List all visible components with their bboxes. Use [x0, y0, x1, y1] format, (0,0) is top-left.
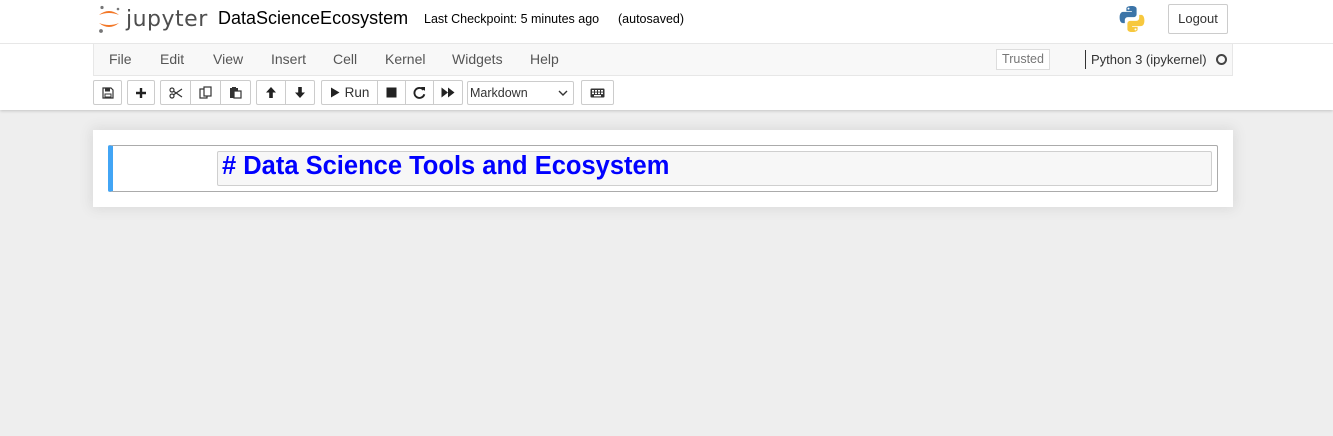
move-down-button[interactable]	[285, 80, 315, 105]
cut-icon	[168, 86, 182, 99]
paste-icon	[230, 87, 242, 99]
kernel-separator	[1085, 50, 1086, 69]
command-palette-button[interactable]	[581, 80, 614, 105]
keyboard-icon	[590, 88, 605, 97]
insert-cell-button[interactable]	[127, 80, 155, 105]
restart-run-all-button[interactable]	[433, 80, 463, 105]
restart-icon	[413, 87, 426, 99]
python-logo-icon	[1119, 6, 1145, 32]
cell-type-value: Markdown	[470, 86, 528, 100]
menu-cell[interactable]: Cell	[333, 51, 357, 67]
autosave-status: (autosaved)	[618, 12, 685, 26]
header: jupyter DataScienceEcosystem Last Checkp…	[0, 0, 1333, 110]
plus-icon	[136, 87, 146, 98]
fast-forward-icon	[441, 87, 455, 98]
menu-bar: File Edit View Insert Cell Kernel Widget…	[93, 44, 1233, 76]
menu-edit[interactable]: Edit	[160, 51, 184, 67]
menu-insert[interactable]: Insert	[271, 51, 306, 67]
notebook-container: # Data Science Tools and Ecosystem	[93, 130, 1233, 207]
cell-input-area[interactable]: # Data Science Tools and Ecosystem	[217, 151, 1212, 186]
restart-button[interactable]	[405, 80, 434, 105]
chevron-down-icon	[558, 90, 568, 96]
toolbar: Run Markdown	[93, 80, 1233, 106]
trusted-indicator[interactable]: Trusted	[996, 49, 1050, 70]
cell-type-select[interactable]: Markdown	[467, 81, 574, 105]
cut-button[interactable]	[160, 80, 191, 105]
move-up-button[interactable]	[256, 80, 286, 105]
stop-icon	[386, 87, 397, 98]
menu-widgets[interactable]: Widgets	[452, 51, 503, 67]
jupyter-logo-text: jupyter	[126, 6, 208, 32]
run-label: Run	[344, 85, 370, 100]
checkpoint-status: Last Checkpoint: 5 minutes ago	[424, 12, 600, 26]
cell-source[interactable]: # Data Science Tools and Ecosystem	[222, 152, 669, 181]
top-bar: jupyter DataScienceEcosystem Last Checkp…	[0, 0, 1333, 44]
run-button[interactable]: Run	[321, 80, 378, 105]
interrupt-button[interactable]	[377, 80, 406, 105]
copy-button[interactable]	[190, 80, 221, 105]
menu-view[interactable]: View	[213, 51, 243, 67]
kernel-idle-indicator	[1216, 54, 1227, 65]
save-icon	[101, 86, 114, 99]
paste-button[interactable]	[220, 80, 251, 105]
jupyter-logo[interactable]: jupyter	[96, 4, 208, 34]
play-icon	[330, 87, 340, 98]
notebook-name[interactable]: DataScienceEcosystem	[218, 8, 408, 29]
menu-help[interactable]: Help	[530, 51, 559, 67]
markdown-cell[interactable]: # Data Science Tools and Ecosystem	[108, 145, 1218, 192]
logout-button[interactable]: Logout	[1168, 4, 1228, 34]
menu-file[interactable]: File	[109, 51, 132, 67]
menu-kernel[interactable]: Kernel	[385, 51, 425, 67]
copy-icon	[199, 86, 212, 99]
arrow-down-icon	[295, 87, 305, 98]
arrow-up-icon	[266, 87, 276, 98]
kernel-name[interactable]: Python 3 (ipykernel)	[1091, 52, 1207, 67]
jupyter-logo-icon	[99, 5, 120, 33]
save-button[interactable]	[93, 80, 122, 105]
